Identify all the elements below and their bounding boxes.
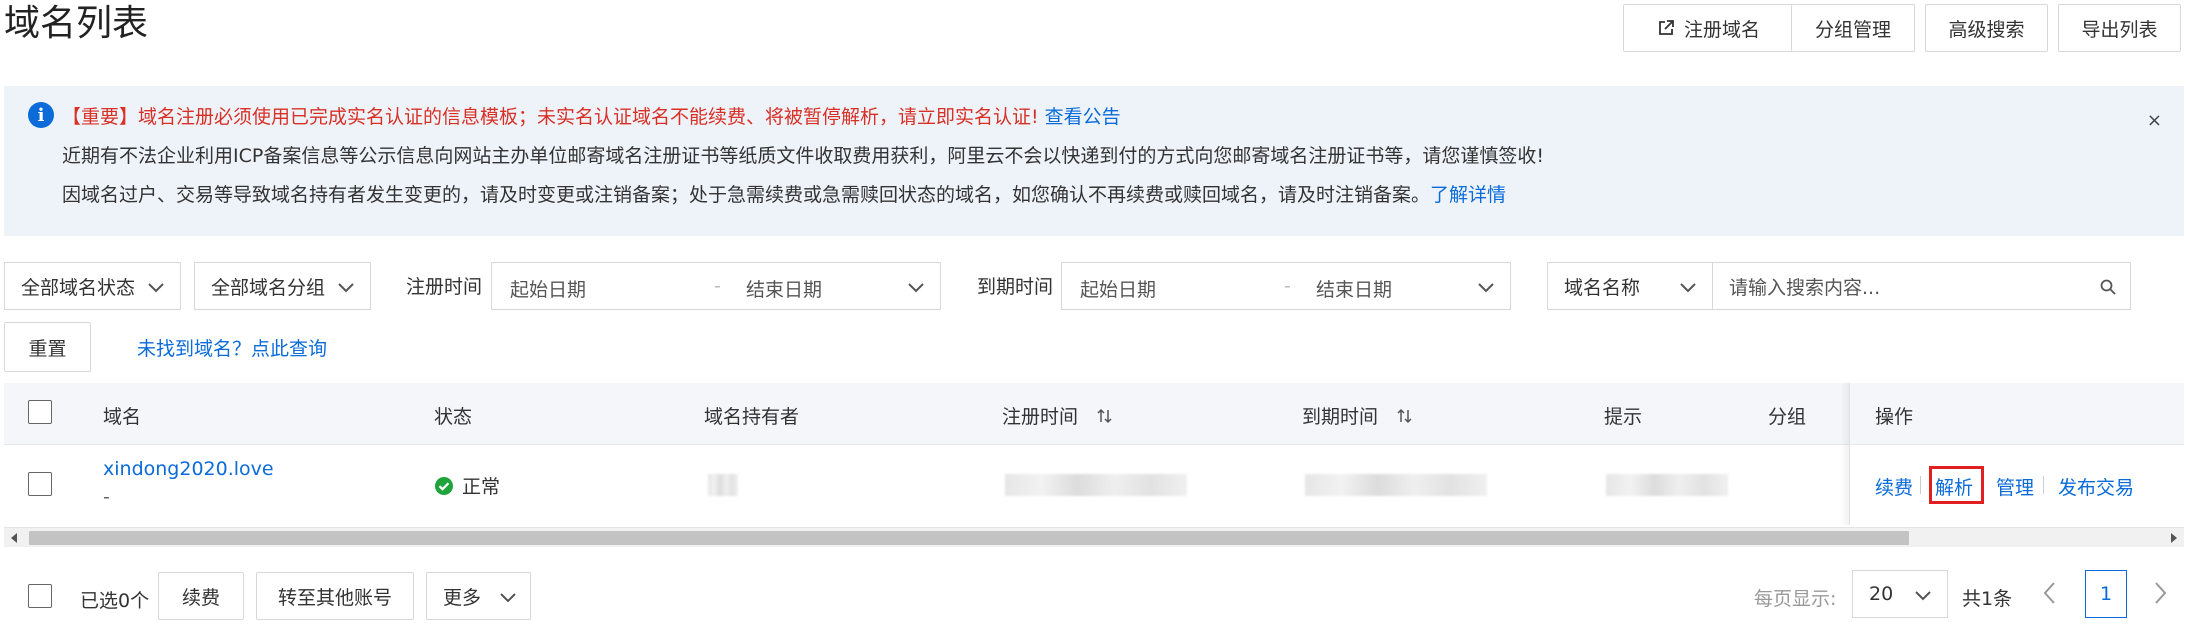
exp-time-label: 到期时间 bbox=[977, 276, 1054, 298]
search-field-select[interactable]: 域名名称 bbox=[1547, 262, 1713, 310]
next-page-icon[interactable] bbox=[2152, 580, 2168, 606]
status-cell: 正常 bbox=[434, 472, 500, 499]
select-all-checkbox[interactable] bbox=[28, 400, 52, 424]
page-title: 域名列表 bbox=[4, 3, 149, 44]
current-page-button[interactable]: 1 bbox=[2085, 570, 2127, 618]
check-circle-icon bbox=[435, 476, 453, 495]
scroll-left-icon[interactable] bbox=[9, 532, 19, 544]
col-operations: 操作 bbox=[1875, 406, 1914, 428]
per-page-label: 每页显示: bbox=[1754, 588, 1837, 610]
publish-trade-link[interactable]: 发布交易 bbox=[2058, 473, 2134, 500]
advanced-search-button[interactable]: 高级搜索 bbox=[1925, 4, 2048, 52]
notice-line-1: 【重要】域名注册必须使用已完成实名认证的信息模板；未实名认证域名不能续费、将被暂… bbox=[62, 106, 1121, 128]
reg-time-label: 注册时间 bbox=[406, 276, 483, 298]
exp-start-date[interactable]: 起始日期 bbox=[1080, 275, 1156, 302]
group-select[interactable]: 全部域名分组 bbox=[194, 262, 371, 310]
learn-more-link[interactable]: 了解详情 bbox=[1430, 184, 1506, 206]
col-hint: 提示 bbox=[1604, 406, 1643, 428]
status-text: 正常 bbox=[462, 476, 501, 498]
exp-end-date[interactable]: 结束日期 bbox=[1316, 275, 1392, 302]
exp-time-range[interactable]: 起始日期 - 结束日期 bbox=[1061, 262, 1511, 310]
footer-renew-button[interactable]: 续费 bbox=[158, 572, 244, 620]
col-domain: 域名 bbox=[103, 406, 142, 428]
external-link-icon bbox=[1659, 20, 1674, 35]
chevron-down-icon bbox=[1915, 591, 1931, 601]
reg-time-range[interactable]: 起始日期 - 结束日期 bbox=[491, 262, 941, 310]
chevron-down-icon bbox=[1478, 283, 1494, 293]
view-announcement-link[interactable]: 查看公告 bbox=[1045, 106, 1121, 128]
info-icon: i bbox=[28, 102, 54, 128]
domain-sub: - bbox=[103, 486, 110, 508]
range-separator: - bbox=[714, 275, 721, 297]
more-dropdown[interactable]: 更多 bbox=[426, 572, 531, 620]
export-list-button[interactable]: 导出列表 bbox=[2058, 4, 2181, 52]
col-exp-time[interactable]: 到期时间 bbox=[1302, 402, 1414, 429]
op-separator bbox=[1920, 476, 1921, 494]
renew-link[interactable]: 续费 bbox=[1875, 473, 1913, 500]
sort-icon[interactable] bbox=[1396, 408, 1414, 424]
scroll-right-icon[interactable] bbox=[2169, 532, 2179, 544]
chevron-down-icon bbox=[1680, 283, 1696, 293]
col-group: 分组 bbox=[1768, 406, 1807, 428]
range-separator: - bbox=[1284, 275, 1291, 297]
redacted-reg-time bbox=[1005, 474, 1187, 496]
table-header: 域名 状态 域名持有者 注册时间 到期时间 提示 分组 操作 bbox=[4, 383, 2184, 445]
search-icon[interactable] bbox=[2100, 279, 2116, 295]
reg-start-date[interactable]: 起始日期 bbox=[510, 275, 586, 302]
highlight-box bbox=[1929, 466, 1984, 504]
group-manage-button[interactable]: 分组管理 bbox=[1791, 4, 1915, 52]
chevron-down-icon bbox=[500, 593, 516, 603]
fixed-column-divider bbox=[1849, 383, 1850, 525]
scrollbar-thumb[interactable] bbox=[29, 531, 1909, 545]
search-input[interactable]: 请输入搜索内容... bbox=[1712, 262, 2131, 310]
selected-count: 已选0个 bbox=[80, 590, 150, 612]
col-reg-time[interactable]: 注册时间 bbox=[1002, 402, 1114, 429]
sort-icon[interactable] bbox=[1096, 408, 1114, 424]
op-separator bbox=[2043, 476, 2044, 494]
register-domain-button[interactable]: 注册域名 bbox=[1623, 4, 1795, 52]
table-row: xindong2020.love - 正常 bbox=[4, 445, 2184, 525]
horizontal-scrollbar[interactable] bbox=[4, 527, 2184, 547]
redacted-exp-time bbox=[1305, 474, 1487, 496]
notice-line-2: 近期有不法企业利用ICP备案信息等公示信息向网站主办单位邮寄域名注册证书等纸质文… bbox=[62, 145, 1544, 167]
status-select[interactable]: 全部域名状态 bbox=[4, 262, 181, 310]
chevron-down-icon bbox=[338, 283, 354, 293]
footer-select-all-checkbox[interactable] bbox=[28, 584, 52, 608]
manage-link[interactable]: 管理 bbox=[1996, 473, 2034, 500]
notice-line-3: 因域名过户、交易等导致域名持有者发生变更的，请及时变更或注销备案；处于急需续费或… bbox=[62, 184, 1507, 206]
close-icon[interactable]: × bbox=[2147, 110, 2162, 131]
redacted-holder bbox=[708, 474, 738, 496]
total-count: 共1条 bbox=[1962, 588, 2013, 610]
transfer-account-button[interactable]: 转至其他账号 bbox=[256, 572, 414, 620]
chevron-down-icon bbox=[908, 283, 924, 293]
chevron-down-icon bbox=[148, 283, 164, 293]
not-found-link[interactable]: 未找到域名？点此查询 bbox=[137, 334, 327, 361]
notice-banner: i 【重要】域名注册必须使用已完成实名认证的信息模板；未实名认证域名不能续费、将… bbox=[4, 86, 2184, 236]
redacted-hint bbox=[1606, 474, 1728, 496]
per-page-select[interactable]: 20 bbox=[1852, 570, 1948, 618]
reset-button[interactable]: 重置 bbox=[4, 322, 91, 372]
prev-page-icon[interactable] bbox=[2042, 580, 2058, 606]
reg-end-date[interactable]: 结束日期 bbox=[746, 275, 822, 302]
col-holder: 域名持有者 bbox=[704, 406, 800, 428]
col-status: 状态 bbox=[434, 406, 473, 428]
row-checkbox[interactable] bbox=[28, 472, 52, 496]
domain-link[interactable]: xindong2020.love bbox=[103, 458, 274, 480]
